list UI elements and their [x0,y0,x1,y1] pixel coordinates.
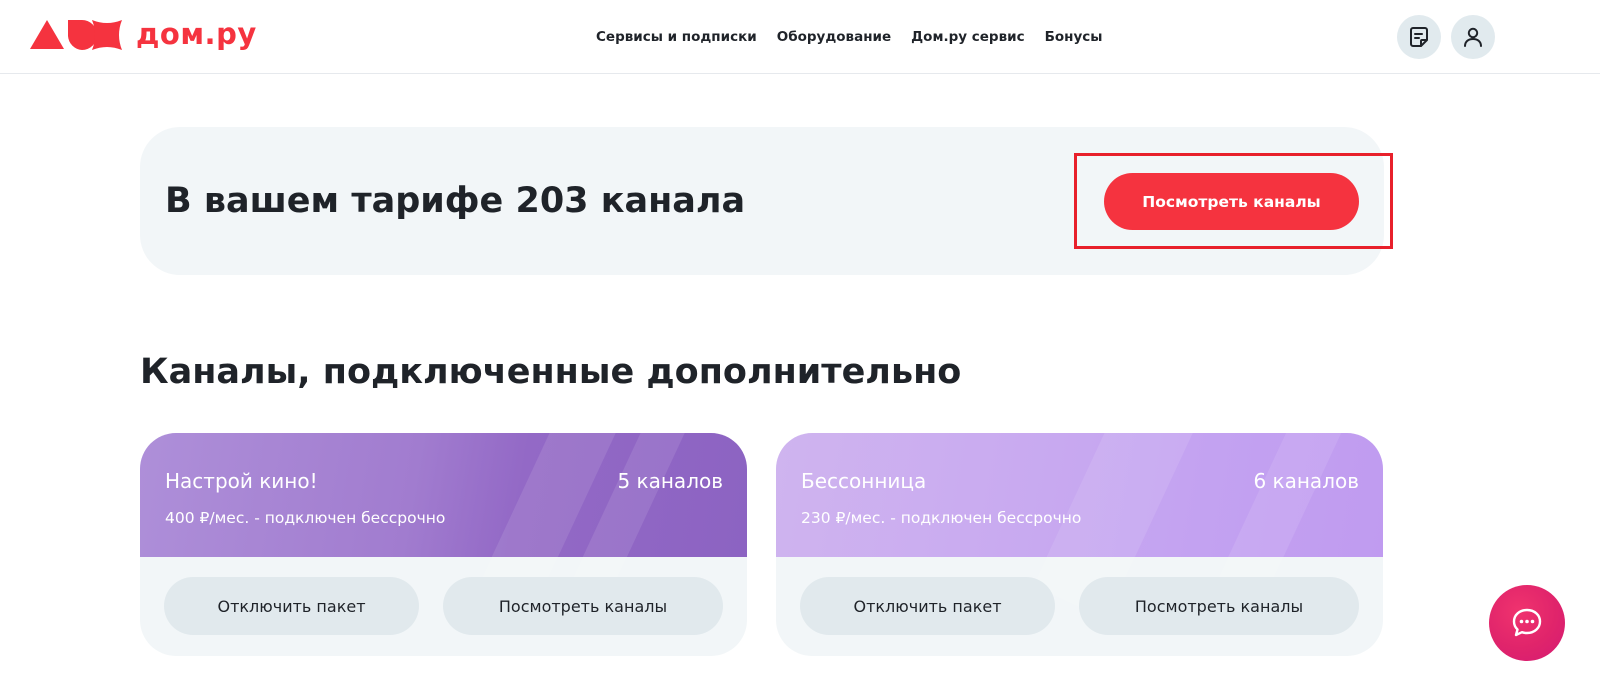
document-icon [1410,27,1428,47]
nav-item-equipment[interactable]: Оборудование [777,27,891,47]
nav-item-bonuses[interactable]: Бонусы [1045,27,1103,47]
package-channel-count: 5 каналов [617,469,723,493]
package-name: Настрой кино! [165,469,318,493]
profile-button[interactable] [1451,15,1495,59]
package-price: 230 ₽/мес. - подключен бессрочно [801,509,1082,527]
package-card: Бессонница 6 каналов 230 ₽/мес. - подклю… [776,433,1383,656]
tariff-title: В вашем тарифе 203 канала [165,181,746,221]
package-price: 400 ₽/мес. - подключен бессрочно [165,509,446,527]
package-card-header: Бессонница 6 каналов 230 ₽/мес. - подклю… [776,433,1383,620]
chat-button[interactable] [1489,585,1565,661]
user-icon [1464,27,1482,47]
disable-package-button[interactable]: Отключить пакет [800,577,1055,635]
view-package-channels-button[interactable]: Посмотреть каналы [1079,577,1359,635]
logo-shapes-icon [30,20,122,50]
package-name: Бессонница [801,469,927,493]
package-channel-count: 6 каналов [1253,469,1359,493]
documents-button[interactable] [1397,15,1441,59]
disable-package-button[interactable]: Отключить пакет [164,577,419,635]
main-nav: Сервисы и подписки Оборудование Дом.ру с… [596,27,1123,47]
nav-item-domru-service[interactable]: Дом.ру сервис [911,27,1024,47]
view-tariff-channels-button[interactable]: Посмотреть каналы [1104,173,1359,230]
site-header: дом.ру Сервисы и подписки Оборудование Д… [0,0,1600,74]
view-package-channels-button[interactable]: Посмотреть каналы [443,577,723,635]
nav-item-services[interactable]: Сервисы и подписки [596,27,757,47]
package-card-header: Настрой кино! 5 каналов 400 ₽/мес. - под… [140,433,747,616]
brand-name: дом.ру [136,17,257,51]
chat-bubble-icon [1512,608,1542,637]
package-card: Настрой кино! 5 каналов 400 ₽/мес. - под… [140,433,747,656]
section-title-additional: Каналы, подключенные дополнительно [140,352,962,392]
brand-logo[interactable]: дом.ру [30,18,257,50]
